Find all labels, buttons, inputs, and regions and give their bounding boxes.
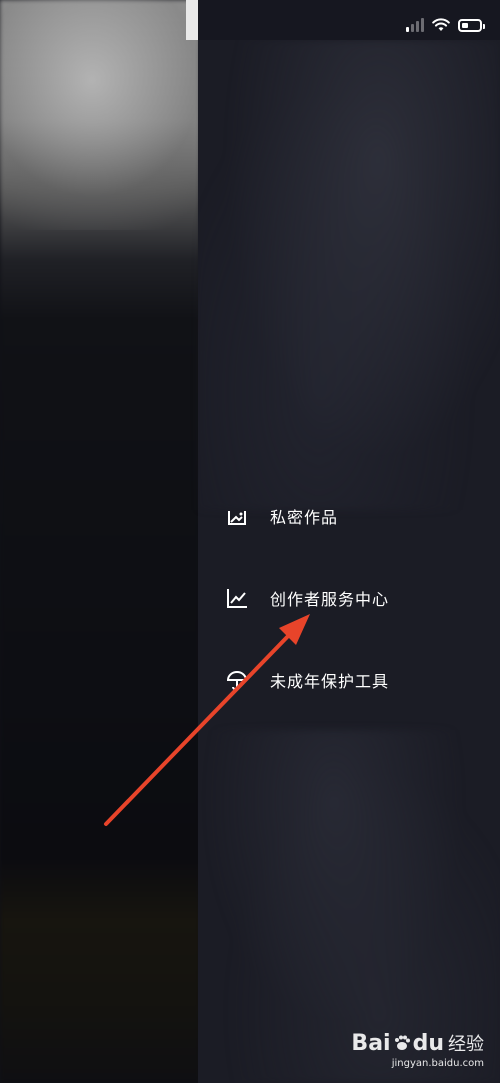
- watermark-url: jingyan.baidu.com: [391, 1058, 484, 1069]
- menu-item-private-works[interactable]: 私密作品: [226, 496, 338, 536]
- background-strip: [186, 0, 198, 40]
- status-bar: [406, 18, 485, 32]
- drawer-blurred-content-top: [198, 40, 500, 510]
- menu-item-label: 未成年保护工具: [270, 672, 390, 691]
- baidu-logo: Bai du 经验: [351, 1030, 484, 1056]
- paw-icon: [394, 1035, 410, 1050]
- watermark: Bai du 经验 jingyan.baidu.com: [351, 1030, 484, 1070]
- umbrella-icon: [226, 669, 248, 691]
- battery-level: [462, 22, 468, 28]
- menu-item-label: 创作者服务中心: [270, 590, 390, 609]
- chart-line-icon: [226, 587, 248, 609]
- screen: 私密作品 创作者服务中心 未成年保护工具 Bai du 经验 jingyan.b…: [0, 0, 500, 1083]
- wifi-icon: [432, 18, 450, 31]
- menu-item-creator-service-center[interactable]: 创作者服务中心: [226, 578, 389, 618]
- menu-item-label: 私密作品: [270, 508, 339, 527]
- menu-item-minor-protection-tools[interactable]: 未成年保护工具: [226, 660, 389, 700]
- signal-icon: [406, 18, 424, 32]
- image-icon: [226, 505, 248, 527]
- battery-icon: [458, 18, 485, 32]
